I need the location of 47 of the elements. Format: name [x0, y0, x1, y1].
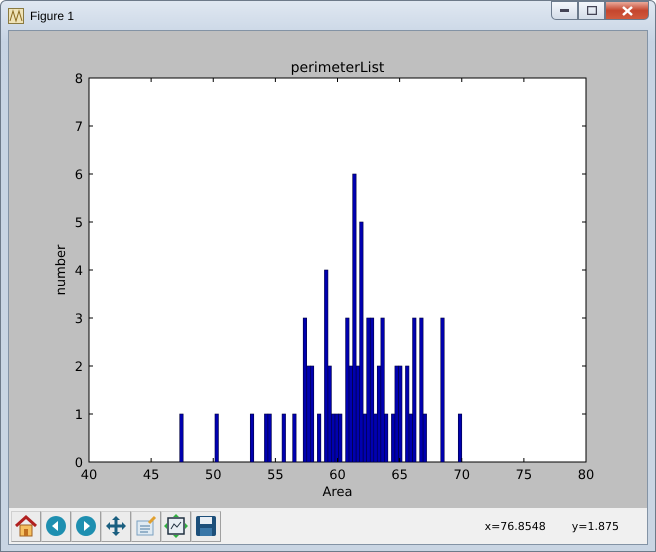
x-coordinate: x=76.8548 — [484, 520, 546, 532]
x-tick-label: 75 — [516, 468, 532, 483]
y-coordinate: y=1.875 — [572, 520, 619, 532]
toolbar-button[interactable] — [161, 510, 191, 542]
x-tick-label: 70 — [453, 468, 470, 483]
chart-title: perimeterList — [290, 60, 384, 76]
x-tick-label: 60 — [329, 468, 346, 483]
close-icon — [622, 6, 632, 16]
x-axis-label: Area — [322, 485, 352, 500]
close-button[interactable] — [605, 1, 649, 20]
x-tick-label: 55 — [267, 468, 284, 483]
histogram-bar — [282, 414, 286, 462]
minimize-button[interactable] — [551, 1, 578, 20]
app-icon — [8, 8, 24, 24]
edit-icon — [135, 515, 157, 537]
toolbar-button[interactable] — [191, 510, 221, 542]
minimize-icon — [560, 9, 569, 12]
y-tick-label: 6 — [74, 168, 83, 183]
histogram-bar — [179, 414, 184, 462]
home-icon — [14, 514, 38, 538]
x-tick-label: 45 — [142, 468, 160, 483]
histogram-bar — [292, 414, 296, 462]
y-tick-label: 2 — [74, 360, 83, 375]
y-axis-label: number — [54, 244, 69, 296]
toolbar-button[interactable] — [11, 510, 41, 542]
frame-icon — [164, 514, 188, 538]
histogram-bar — [250, 414, 254, 462]
x-tick-label: 40 — [80, 468, 98, 483]
y-tick-label: 8 — [74, 72, 83, 87]
window-title: Figure 1 — [30, 8, 74, 22]
move-icon — [105, 515, 127, 537]
x-tick-label: 80 — [578, 468, 594, 483]
y-tick-label: 4 — [74, 264, 83, 279]
histogram-bar — [317, 414, 322, 462]
y-tick-label: 7 — [74, 120, 83, 135]
toolbar-button[interactable] — [101, 510, 131, 542]
maximize-button[interactable] — [578, 1, 605, 20]
histogram-bar — [214, 414, 219, 462]
save-icon — [195, 515, 217, 537]
y-tick-label: 5 — [74, 216, 83, 231]
y-tick-label: 0 — [74, 456, 83, 471]
x-tick-label: 65 — [391, 468, 408, 483]
y-tick-label: 1 — [74, 408, 83, 423]
y-tick-label: 3 — [74, 312, 83, 327]
histogram-bar — [458, 414, 462, 462]
x-tick-label: 50 — [204, 468, 222, 483]
maximize-icon — [586, 6, 596, 15]
